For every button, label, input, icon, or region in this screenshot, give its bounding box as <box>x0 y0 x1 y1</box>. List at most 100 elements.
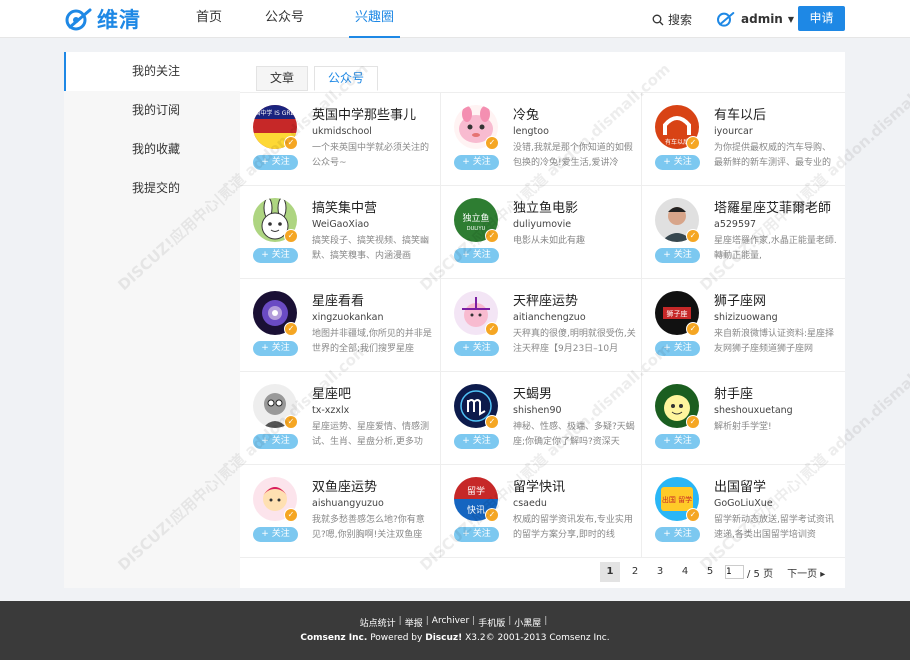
user-menu[interactable]: admin ▼ <box>715 11 794 27</box>
account-id: WeiGaoXiao <box>312 219 370 230</box>
verified-icon: ✓ <box>284 415 298 429</box>
follow-button[interactable]: + 关注 <box>454 341 499 356</box>
account-card[interactable]: 留学 快讯 ✓ + 关注 留学快讯 csaedu 权威的留学资讯发布,专业实用的… <box>441 465 642 558</box>
account-name[interactable]: 天蝎男 <box>513 383 552 402</box>
follow-button[interactable]: + 关注 <box>454 527 499 542</box>
follow-button[interactable]: + 关注 <box>655 341 700 356</box>
footer-product[interactable]: Discuz! <box>425 633 462 643</box>
top-bar: 维清 首页 公众号 兴趣圈 搜索 admin ▼ 申请 <box>0 0 910 38</box>
tab-official-accounts[interactable]: 公众号 <box>314 66 379 91</box>
account-card[interactable]: 狮子座 ✓ + 关注 狮子座网 shizizuowang 来自新浪微博认证资料:… <box>642 279 843 372</box>
page-1-button[interactable]: 1 <box>600 562 620 582</box>
account-id: csaedu <box>513 498 547 509</box>
verified-icon: ✓ <box>485 322 499 336</box>
account-card[interactable]: 有车以后 ✓ + 关注 有车以后 iyourcar 为你提供最权威的汽车导购、最… <box>642 93 843 186</box>
nav-official-accounts[interactable]: 公众号 <box>258 0 311 38</box>
account-card[interactable]: ✓ + 关注 天秤座运势 aitianchengzuo 天秤真的很傻,明明就很受… <box>441 279 642 372</box>
search-icon <box>652 14 664 25</box>
account-id: aitianchengzuo <box>513 312 586 323</box>
account-name[interactable]: 狮子座网 <box>714 290 766 309</box>
account-desc: 权威的留学资讯发布,专业实用的留学方案分享,即时的线 <box>513 515 633 540</box>
search-button[interactable]: 搜索 <box>652 11 692 28</box>
account-desc: 一个来英国中学就必须关注的公众号~ <box>312 143 430 168</box>
account-name[interactable]: 搞笑集中营 <box>312 197 377 216</box>
verified-icon: ✓ <box>686 229 700 243</box>
follow-button[interactable]: + 关注 <box>454 155 499 170</box>
account-name[interactable]: 射手座 <box>714 383 753 402</box>
follow-button[interactable]: + 关注 <box>655 248 700 263</box>
account-name[interactable]: 星座吧 <box>312 383 351 402</box>
account-desc: 来自新浪微博认证资料:星座择友网狮子座频道狮子座网 <box>714 329 835 354</box>
page-3-button[interactable]: 3 <box>650 562 670 582</box>
page-total: / 5 页 <box>747 568 774 580</box>
footer-link-blackroom[interactable]: 小黑屋 <box>514 616 541 629</box>
sidebar-rest: 我的订阅 我的收藏 我提交的 <box>64 91 240 588</box>
follow-button[interactable]: + 关注 <box>454 248 499 263</box>
account-card[interactable]: 独立鱼 DULIYU ✓ + 关注 独立鱼电影 duliyumovie 电影从未… <box>441 186 642 279</box>
account-name[interactable]: 有车以后 <box>714 104 766 123</box>
pagination: 1 2 3 4 5 / 5 页 下一页 ▸ <box>600 562 825 582</box>
follow-button[interactable]: + 关注 <box>655 434 700 449</box>
account-name[interactable]: 留学快讯 <box>513 476 565 495</box>
follow-button[interactable]: + 关注 <box>253 248 298 263</box>
account-card[interactable]: 英国中学 IS GREAT ✓ + 关注 英国中学那些事儿 ukmidschoo… <box>240 93 441 186</box>
account-desc: 星座塔羅作家,水晶正能量老師.轉動正能量, <box>714 236 837 261</box>
chevron-down-icon: ▼ <box>787 14 795 24</box>
follow-button[interactable]: + 关注 <box>454 434 499 449</box>
account-card[interactable]: ✓ + 关注 搞笑集中营 WeiGaoXiao 搞笑段子、搞笑视频、搞笑幽默、搞… <box>240 186 441 279</box>
account-desc: 搞笑段子、搞笑视频、搞笑幽默、搞笑糗事、内涵漫画 <box>312 236 430 261</box>
account-card[interactable]: ✓ + 关注 星座吧 tx-xzxlx 星座运势、星座爱情、情感测试、生肖、星盘… <box>240 372 441 465</box>
account-name[interactable]: 冷兔 <box>513 104 539 123</box>
sidebar-item-favorites[interactable]: 我的收藏 <box>64 130 240 169</box>
site-logo[interactable]: 维清 <box>64 6 141 32</box>
account-card[interactable]: ✓ + 关注 冷兔 lengtoo 没错,我就是那个你知道的如假包换的冷兔!爱生… <box>441 93 642 186</box>
follow-button[interactable]: + 关注 <box>253 155 298 170</box>
next-page-button[interactable]: 下一页 ▸ <box>787 565 825 580</box>
footer-link-stats[interactable]: 站点统计 <box>360 616 396 629</box>
account-card[interactable]: ✓ + 关注 射手座 sheshouxuetang 解析射手学堂! <box>642 372 843 465</box>
follow-button[interactable]: + 关注 <box>253 341 298 356</box>
footer-links: 站点统计 | 举报 | Archiver | 手机版 | 小黑屋 | <box>0 616 910 629</box>
nav-home[interactable]: 首页 <box>176 0 242 38</box>
footer-brand[interactable]: Comsenz Inc. <box>300 633 367 643</box>
account-id: tx-xzxlx <box>312 405 350 416</box>
verified-icon: ✓ <box>284 136 298 150</box>
sidebar-item-subscriptions[interactable]: 我的订阅 <box>64 91 240 130</box>
page-jump-input[interactable] <box>725 565 744 579</box>
account-desc: 电影从未如此有趣 <box>513 236 586 246</box>
footer-link-report[interactable]: 举报 <box>405 616 423 629</box>
account-id: iyourcar <box>714 126 753 137</box>
sidebar-item-following[interactable]: 我的关注 <box>64 52 240 91</box>
account-card[interactable]: ✓ + 关注 星座看看 xingzuokankan 地图并非疆域,你所见的并非是… <box>240 279 441 372</box>
account-name[interactable]: 天秤座运势 <box>513 290 578 309</box>
footer-link-archiver[interactable]: Archiver <box>432 616 469 629</box>
apply-button[interactable]: 申请 <box>798 6 845 31</box>
account-name[interactable]: 出国留学 <box>714 476 766 495</box>
page-2-button[interactable]: 2 <box>625 562 645 582</box>
account-name[interactable]: 双鱼座运势 <box>312 476 377 495</box>
account-card[interactable]: 出国 留学 ✓ + 关注 出国留学 GoGoLiuXue 留学新动态放送,留学考… <box>642 465 843 558</box>
follow-button[interactable]: + 关注 <box>253 527 298 542</box>
account-name[interactable]: 英国中学那些事儿 <box>312 104 416 123</box>
tab-articles[interactable]: 文章 <box>256 66 309 91</box>
page-5-button[interactable]: 5 <box>700 562 720 582</box>
sidebar-item-submitted[interactable]: 我提交的 <box>64 169 240 208</box>
nav-interest-circle[interactable]: 兴趣圈 <box>349 0 400 38</box>
avatar-text: 独立鱼 <box>462 212 489 224</box>
page-4-button[interactable]: 4 <box>675 562 695 582</box>
footer-link-mobile[interactable]: 手机版 <box>478 616 505 629</box>
account-id: xingzuokankan <box>312 312 384 323</box>
verified-icon: ✓ <box>284 322 298 336</box>
account-name[interactable]: 独立鱼电影 <box>513 197 578 216</box>
follow-button[interactable]: + 关注 <box>655 527 700 542</box>
avatar-text: 英国中学 IS GREAT <box>253 109 297 117</box>
follow-button[interactable]: + 关注 <box>655 155 700 170</box>
account-name[interactable]: 塔羅星座艾菲爾老師 <box>714 197 831 216</box>
account-card[interactable]: ✓ + 关注 天蝎男 shishen90 神秘、性感、极端、多疑?天蝎座;你确定… <box>441 372 642 465</box>
account-desc: 解析射手学堂! <box>714 422 772 432</box>
account-name[interactable]: 星座看看 <box>312 290 364 309</box>
account-card[interactable]: ✓ + 关注 双鱼座运势 aishuangyuzuo 我就多愁善感怎么地?你有意… <box>240 465 441 558</box>
account-card[interactable]: ✓ + 关注 塔羅星座艾菲爾老師 a529597 星座塔羅作家,水晶正能量老師.… <box>642 186 843 279</box>
follow-button[interactable]: + 关注 <box>253 434 298 449</box>
user-name: admin <box>741 12 783 26</box>
